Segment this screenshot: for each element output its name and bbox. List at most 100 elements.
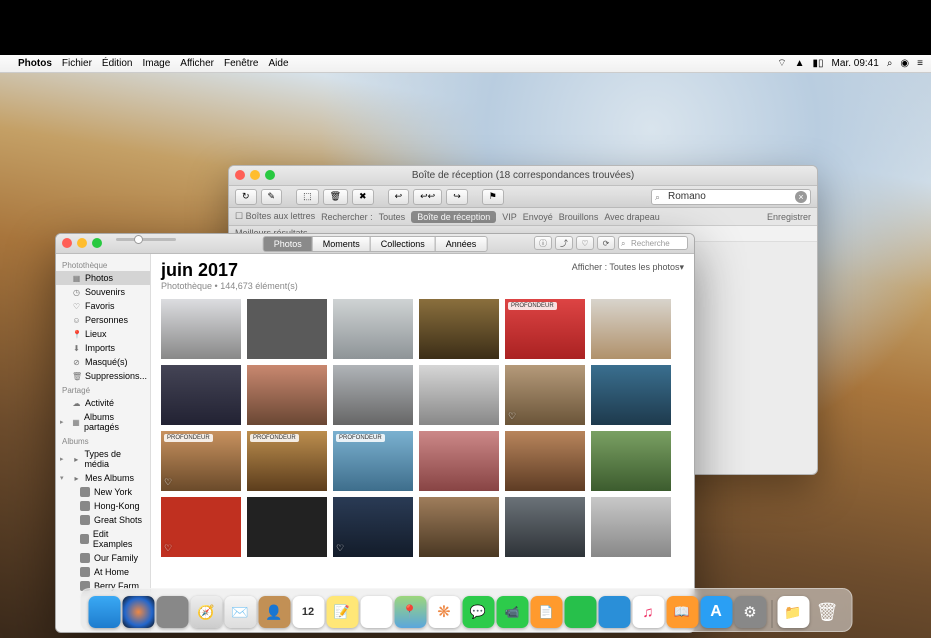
disclosure-icon[interactable]: ▸	[60, 455, 64, 463]
sidebar-item-albumspartags[interactable]: ▸▦Albums partagés	[56, 410, 150, 434]
minimize-button[interactable]	[250, 170, 260, 180]
sidebar-item-favoris[interactable]: ♡Favoris	[56, 299, 150, 313]
photo-thumbnail[interactable]	[591, 497, 671, 557]
sidebar-item-suppressions[interactable]: 🗑Suppressions...	[56, 369, 150, 383]
menu-window[interactable]: Fenêtre	[224, 58, 258, 69]
sidebar-item-personnes[interactable]: ☺Personnes	[56, 313, 150, 327]
dock-keynote-icon[interactable]	[598, 596, 630, 628]
dock-appstore-icon[interactable]	[700, 596, 732, 628]
photos-titlebar[interactable]: Photos Moments Collections Années ⓘ ⤴ ♡ …	[56, 234, 694, 254]
mail-search-field[interactable]: ⌕ Romano ×	[651, 189, 811, 205]
app-menu[interactable]: Photos	[18, 58, 52, 69]
zoom-slider[interactable]	[116, 238, 176, 241]
dock-messages-icon[interactable]	[462, 596, 494, 628]
scope-sent[interactable]: Envoyé	[523, 212, 553, 222]
photo-thumbnail[interactable]	[333, 299, 413, 359]
minimize-button[interactable]	[77, 238, 87, 248]
photo-thumbnail[interactable]	[419, 299, 499, 359]
dock-launchpad-icon[interactable]	[156, 596, 188, 628]
photo-thumbnail[interactable]: ♡	[505, 365, 585, 425]
zoom-knob[interactable]	[134, 235, 143, 244]
tab-years[interactable]: Années	[435, 236, 488, 252]
rotate-button[interactable]: ⟳	[597, 236, 615, 250]
dock-mail-icon[interactable]	[224, 596, 256, 628]
menu-image[interactable]: Image	[142, 58, 170, 69]
photo-thumbnail[interactable]	[247, 365, 327, 425]
photo-thumbnail[interactable]	[419, 431, 499, 491]
clock[interactable]: Mar. 09:41	[832, 58, 879, 69]
save-search-button[interactable]: Enregistrer	[767, 212, 811, 222]
tab-moments[interactable]: Moments	[312, 236, 371, 252]
dock-trash-icon[interactable]	[811, 596, 843, 628]
dock-ibooks-icon[interactable]	[666, 596, 698, 628]
battery-icon[interactable]: ▮▯	[813, 58, 824, 69]
reply-all-button[interactable]: ↩↩	[413, 189, 442, 205]
photo-thumbnail[interactable]: ♡	[333, 497, 413, 557]
menu-view[interactable]: Afficher	[180, 58, 214, 69]
scope-vip[interactable]: VIP	[502, 212, 517, 222]
dock-finder-icon[interactable]	[88, 596, 120, 628]
favorite-button[interactable]: ♡	[576, 236, 594, 250]
photo-thumbnail[interactable]	[591, 365, 671, 425]
album-hongkong[interactable]: Hong-Kong	[56, 499, 150, 513]
dock-facetime-icon[interactable]	[496, 596, 528, 628]
photo-thumbnail[interactable]	[505, 431, 585, 491]
photo-thumbnail[interactable]	[161, 299, 241, 359]
archive-button[interactable]: ⬚	[296, 189, 319, 205]
dock-safari-icon[interactable]	[190, 596, 222, 628]
scope-drafts[interactable]: Brouillons	[559, 212, 599, 222]
dock-sysprefs-icon[interactable]	[734, 596, 766, 628]
photo-thumbnail[interactable]	[419, 497, 499, 557]
disclosure-icon[interactable]: ▸	[60, 418, 64, 426]
sidebar-item-activit[interactable]: ☁Activité	[56, 396, 150, 410]
menu-help[interactable]: Aide	[268, 58, 288, 69]
reply-button[interactable]: ↩	[388, 189, 410, 205]
delete-button[interactable]: 🗑	[323, 189, 348, 205]
share-button[interactable]: ⤴	[555, 236, 573, 250]
dock-downloads-icon[interactable]	[777, 596, 809, 628]
sidebar-item-lieux[interactable]: 📍Lieux	[56, 327, 150, 341]
scope-inbox[interactable]: Boîte de réception	[411, 211, 496, 223]
display-filter[interactable]: Afficher : Toutes les photos▾	[572, 262, 684, 273]
flag-button[interactable]: ⚑	[482, 189, 504, 205]
photo-thumbnail[interactable]: PROFONDEUR	[247, 431, 327, 491]
zoom-button[interactable]	[92, 238, 102, 248]
zoom-button[interactable]	[265, 170, 275, 180]
junk-button[interactable]: ✖	[352, 189, 374, 205]
album-athome[interactable]: At Home	[56, 565, 150, 579]
window-controls[interactable]	[235, 170, 275, 180]
dock-calendar-icon[interactable]	[292, 596, 324, 628]
compose-button[interactable]: ✎	[261, 189, 283, 205]
dock-maps-icon[interactable]	[394, 596, 426, 628]
sidebar-item-souvenirs[interactable]: ◷Souvenirs	[56, 285, 150, 299]
dock-itunes-icon[interactable]	[632, 596, 664, 628]
photo-thumbnail[interactable]	[161, 365, 241, 425]
dock-contacts-icon[interactable]	[258, 596, 290, 628]
photo-thumbnail[interactable]	[591, 431, 671, 491]
dock-pages-icon[interactable]	[530, 596, 562, 628]
dock-photos-icon[interactable]	[428, 596, 460, 628]
dock-notes-icon[interactable]	[326, 596, 358, 628]
close-button[interactable]	[235, 170, 245, 180]
sidebar-item-typesdemdia[interactable]: ▸▸Types de média	[56, 447, 150, 471]
airplay-icon[interactable]: ▲	[795, 58, 805, 69]
photos-search-field[interactable]: Recherche	[618, 236, 688, 250]
sidebar-item-mesalbums[interactable]: ▾▸Mes Albums	[56, 471, 150, 485]
album-greatshots[interactable]: Great Shots	[56, 513, 150, 527]
album-newyork[interactable]: New York	[56, 485, 150, 499]
photo-thumbnail[interactable]	[505, 497, 585, 557]
photo-thumbnail[interactable]	[247, 299, 327, 359]
photo-thumbnail[interactable]	[419, 365, 499, 425]
disclosure-icon[interactable]: ▾	[60, 474, 64, 482]
spotlight-icon[interactable]: ⌕	[887, 58, 893, 69]
wifi-icon[interactable]: ⌔	[777, 57, 786, 70]
info-button[interactable]: ⓘ	[534, 236, 552, 250]
photo-thumbnail[interactable]: PROFONDEUR♡	[161, 431, 241, 491]
window-controls[interactable]	[62, 238, 102, 248]
sidebar-item-masqus[interactable]: ⊘Masqué(s)	[56, 355, 150, 369]
get-mail-button[interactable]: ↻	[235, 189, 257, 205]
tab-photos[interactable]: Photos	[263, 236, 313, 252]
photo-thumbnail[interactable]: PROFONDEUR	[505, 299, 585, 359]
dock-numbers-icon[interactable]	[564, 596, 596, 628]
sidebar-item-imports[interactable]: ⬇Imports	[56, 341, 150, 355]
